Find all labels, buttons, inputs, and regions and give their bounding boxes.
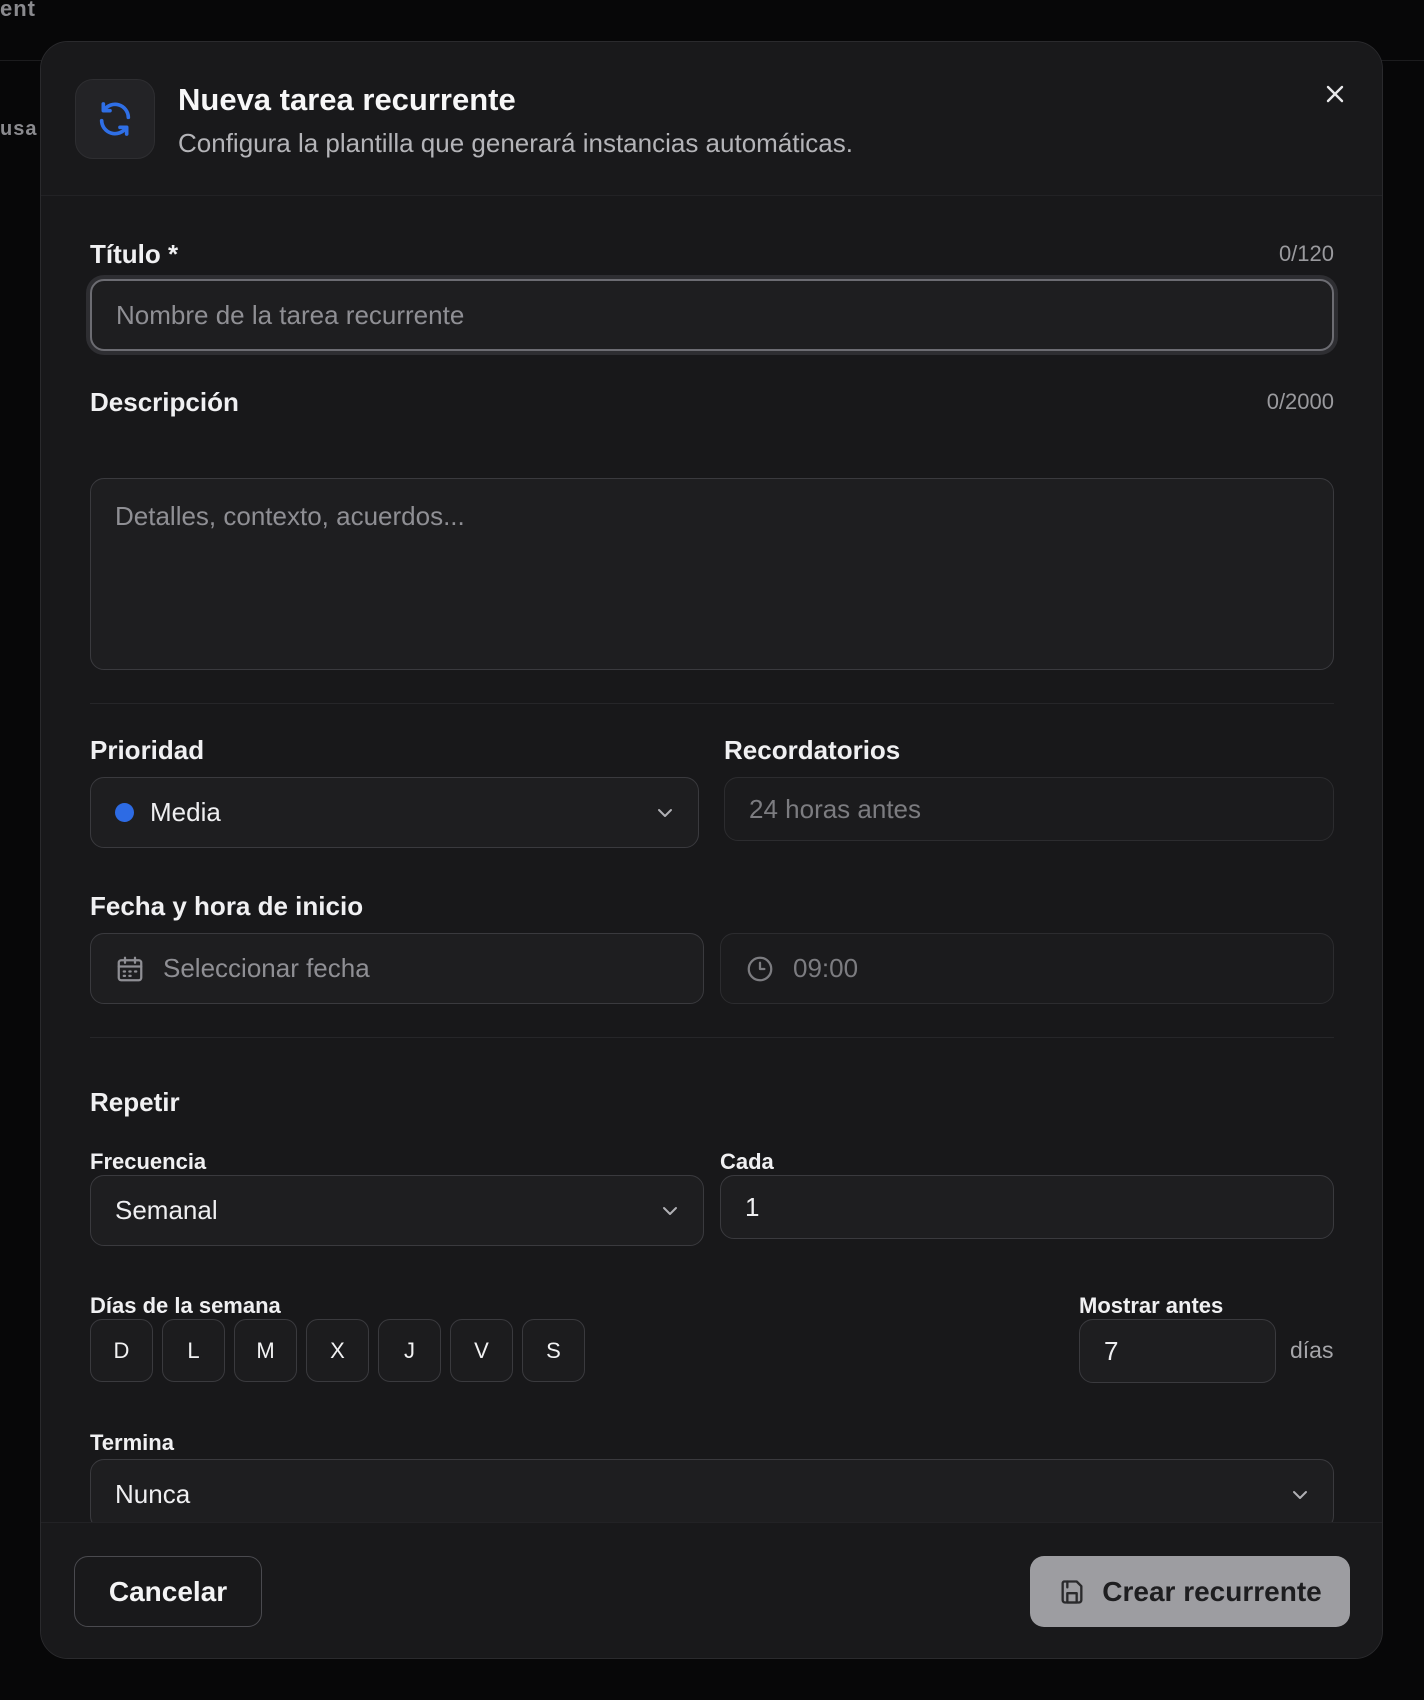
show-before-unit: días	[1290, 1337, 1334, 1363]
ends-label: Termina	[90, 1430, 174, 1455]
repeat-section-heading: Repetir	[90, 1087, 180, 1117]
dialog-icon-badge	[75, 79, 155, 159]
save-icon	[1061, 1579, 1083, 1604]
start-time-placeholder: 09:00	[793, 953, 859, 983]
section-divider	[90, 703, 1334, 704]
title-input[interactable]: Nombre de la tarea recurrente	[90, 279, 1334, 351]
priority-select[interactable]: Media	[90, 777, 699, 848]
start-datetime-label: Fecha y hora de inicio	[90, 891, 364, 921]
close-icon	[1326, 85, 1344, 103]
weekday-toggle-wednesday[interactable]: X	[306, 1319, 369, 1382]
dialog-footer: Cancelar Crear recurrente	[41, 1522, 1382, 1658]
section-divider	[90, 1037, 1334, 1038]
chevron-down-icon	[1293, 1490, 1307, 1499]
start-time-input[interactable]: 09:00	[720, 933, 1334, 1004]
chevron-down-icon	[663, 1206, 677, 1215]
start-date-placeholder: Seleccionar fecha	[163, 953, 370, 983]
priority-value: Media	[150, 797, 221, 827]
create-recurring-label: Crear recurrente	[1102, 1575, 1322, 1607]
weekday-toggle-tuesday[interactable]: M	[234, 1319, 297, 1382]
new-recurring-task-dialog: Nueva tarea recurrente Configura la plan…	[40, 41, 1383, 1659]
title-char-counter: 0/120	[1278, 241, 1334, 266]
frequency-value: Semanal	[115, 1195, 218, 1225]
every-input[interactable]: 1	[720, 1175, 1334, 1239]
description-char-counter: 0/2000	[1266, 389, 1334, 414]
title-label: Título *	[90, 239, 179, 269]
reminders-placeholder: 24 horas antes	[749, 793, 922, 824]
frequency-label: Frecuencia	[90, 1149, 207, 1174]
weekday-toggle-thursday[interactable]: J	[378, 1319, 441, 1382]
show-before-value: 7	[1104, 1335, 1119, 1366]
every-label: Cada	[720, 1149, 774, 1174]
every-value: 1	[745, 1191, 760, 1222]
description-textarea[interactable]: Detalles, contexto, acuerdos...	[90, 478, 1334, 670]
background-label-fragment: usa	[0, 118, 38, 140]
calendar-icon	[117, 956, 143, 981]
show-before-input[interactable]: 7	[1079, 1319, 1276, 1383]
weekday-toggle-sunday[interactable]: D	[90, 1319, 153, 1382]
create-recurring-button[interactable]: Crear recurrente	[1030, 1556, 1350, 1627]
priority-label: Prioridad	[90, 735, 205, 765]
clock-icon	[747, 956, 773, 981]
weekday-toggle-saturday[interactable]: S	[522, 1319, 585, 1382]
description-label: Descripción	[90, 387, 239, 417]
weekday-toggle-monday[interactable]: L	[162, 1319, 225, 1382]
reminders-input[interactable]: 24 horas antes	[724, 777, 1334, 841]
reminders-label: Recordatorios	[724, 735, 901, 765]
frequency-select[interactable]: Semanal	[90, 1175, 704, 1246]
dialog-subtitle: Configura la plantilla que generará inst…	[178, 128, 853, 158]
dialog-header: Nueva tarea recurrente Configura la plan…	[41, 42, 1382, 196]
cancel-button[interactable]: Cancelar	[74, 1556, 262, 1627]
dialog-title: Nueva tarea recurrente	[178, 82, 516, 117]
ends-value: Nunca	[115, 1479, 191, 1509]
weekday-toggle-friday[interactable]: V	[450, 1319, 513, 1382]
weekdays-label: Días de la semana	[90, 1293, 281, 1318]
description-placeholder: Detalles, contexto, acuerdos...	[115, 501, 465, 531]
start-date-picker[interactable]: Seleccionar fecha	[90, 933, 704, 1004]
background-heading-fragment: ent	[0, 0, 36, 21]
close-button[interactable]	[1317, 76, 1353, 112]
show-before-label: Mostrar antes	[1079, 1293, 1224, 1318]
title-placeholder: Nombre de la tarea recurrente	[116, 299, 465, 330]
refresh-icon	[99, 102, 131, 136]
chevron-down-icon	[658, 808, 672, 817]
priority-dot	[115, 803, 134, 822]
ends-select[interactable]: Nunca	[90, 1459, 1334, 1530]
